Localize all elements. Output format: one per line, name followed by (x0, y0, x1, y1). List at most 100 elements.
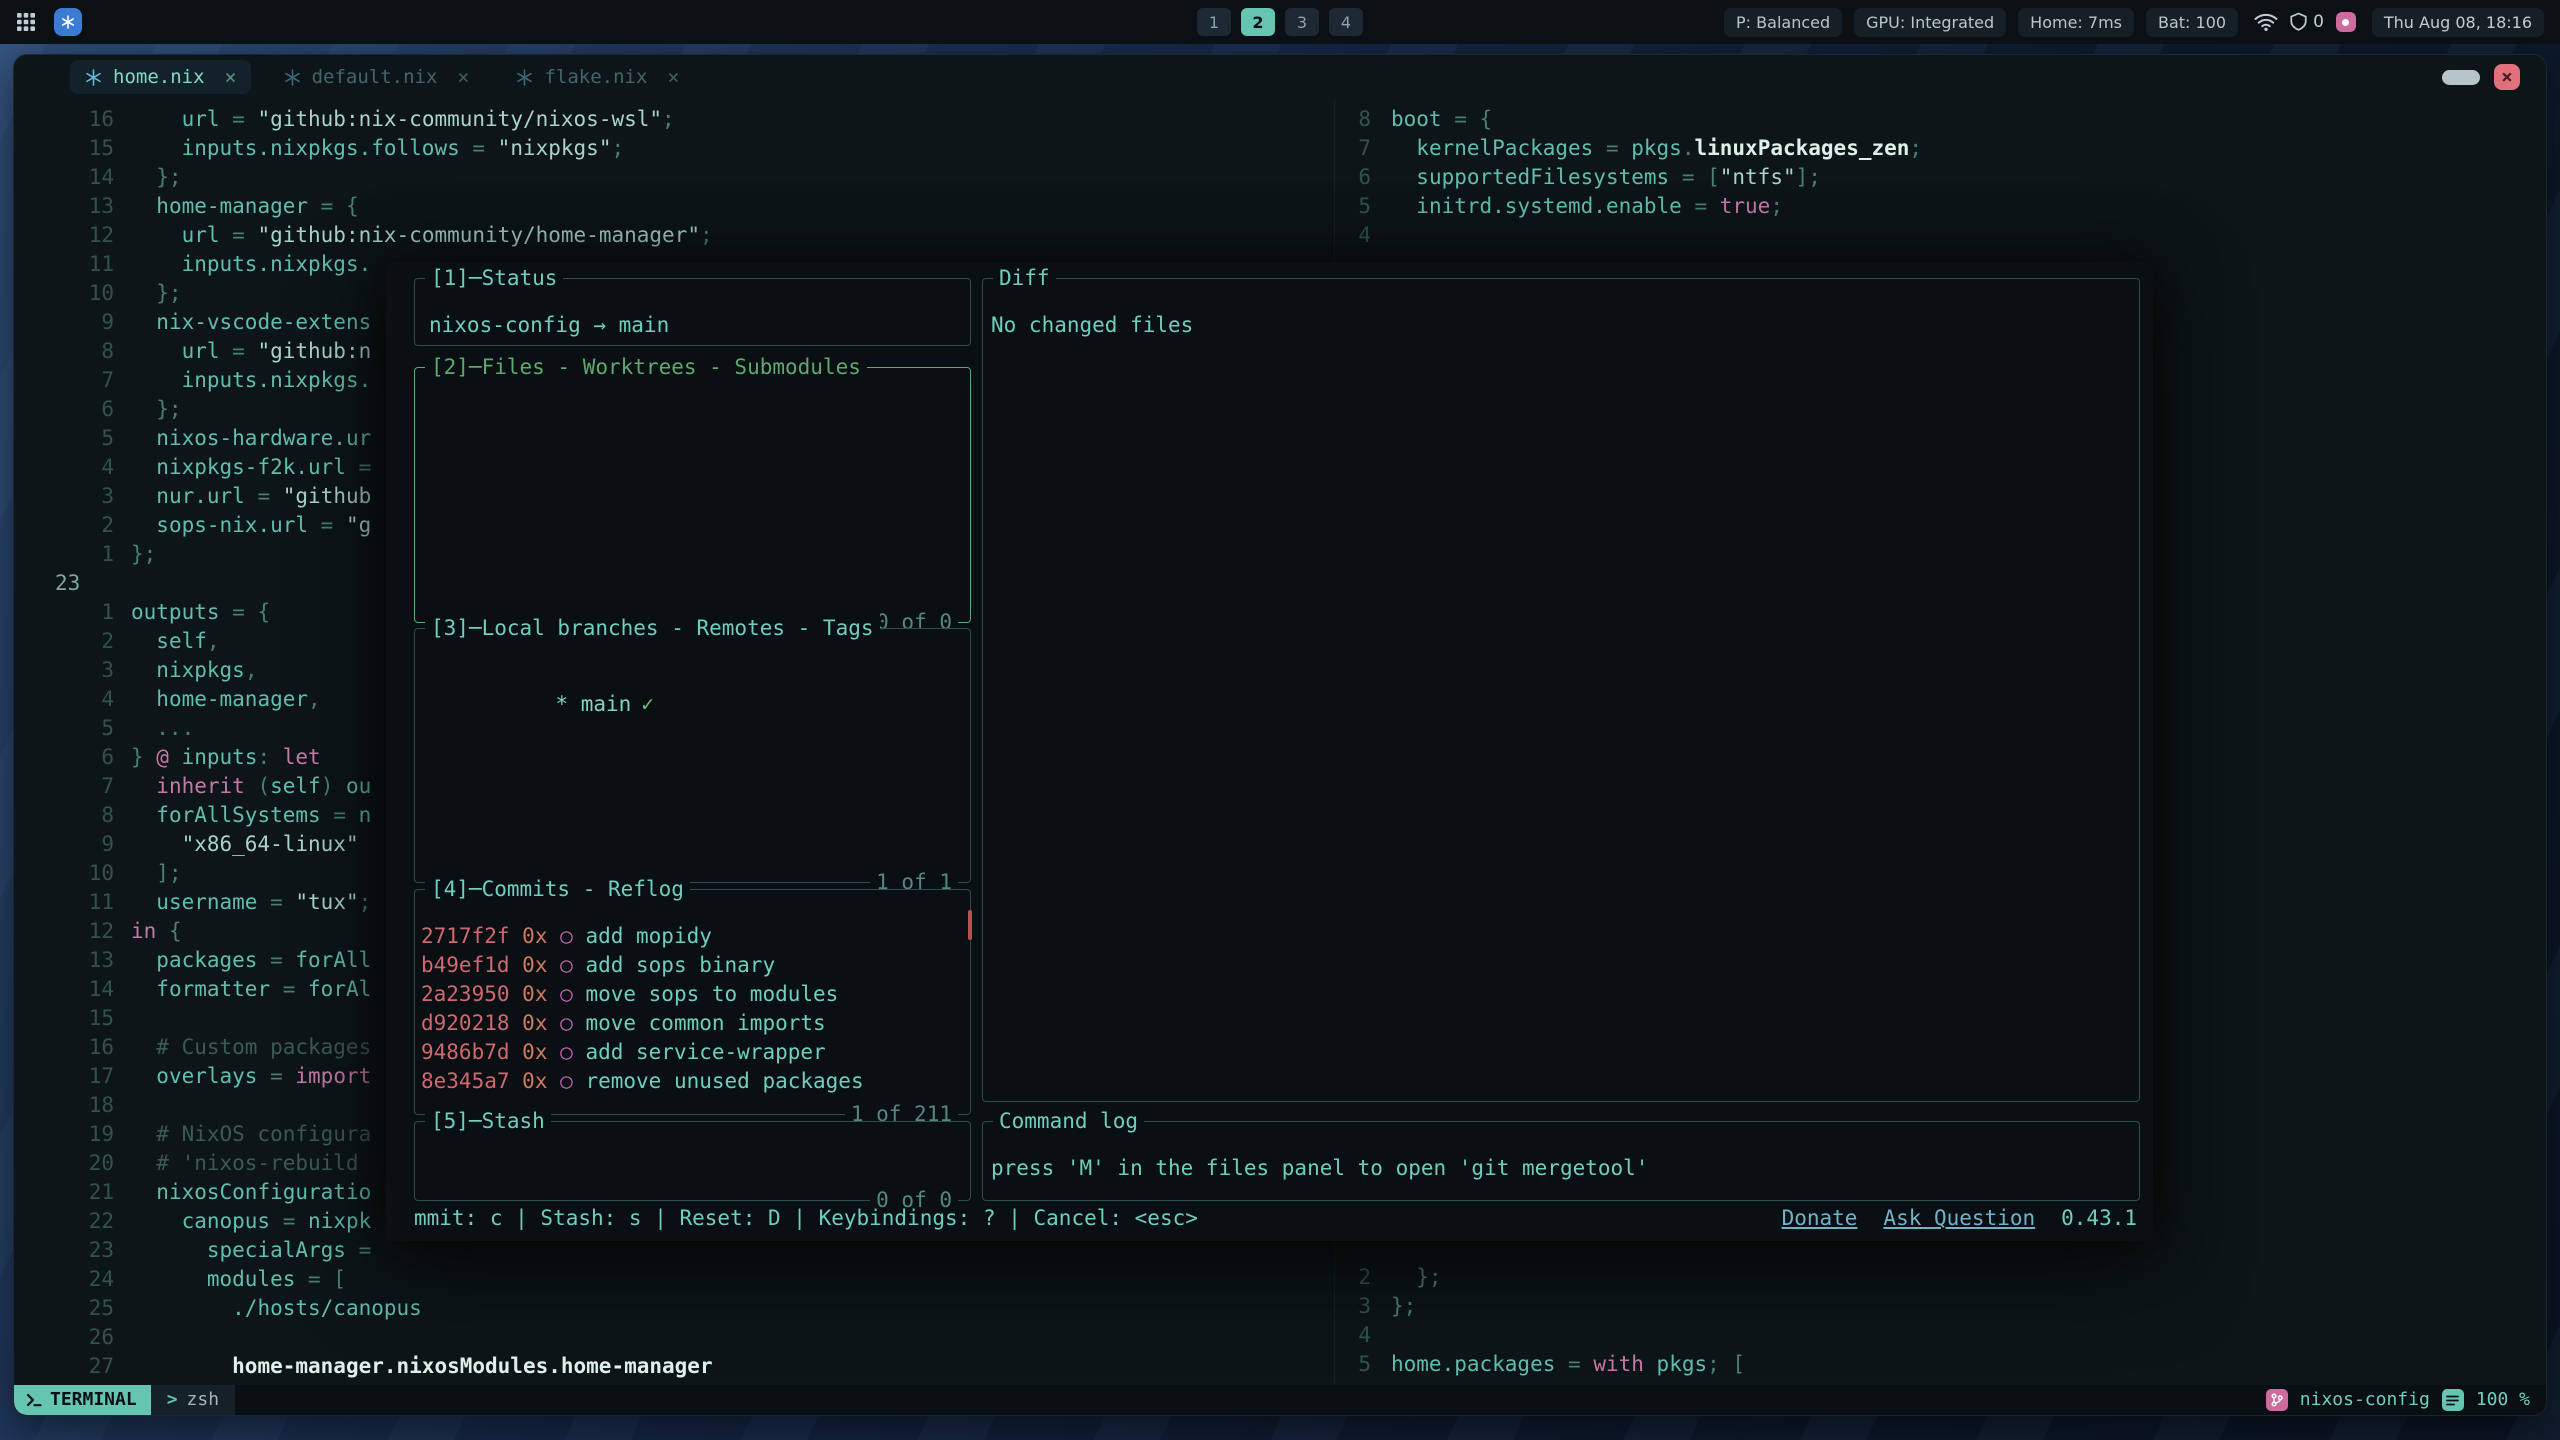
code-text: # NixOS configura (131, 1120, 371, 1149)
status-panel-title: [1]─Status (425, 264, 563, 293)
line-number: 24 (14, 1265, 114, 1294)
lazygit-branches-panel[interactable]: [3]─Local branches - Remotes - Tags * ma… (414, 628, 971, 883)
code-line[interactable]: 5 initrd.systemd.enable = true; (1335, 192, 2546, 221)
code-line[interactable]: 6 supportedFilesystems = ["ntfs"]; (1335, 163, 2546, 192)
lazygit-status-panel[interactable]: [1]─Status nixos-config → main (414, 278, 971, 346)
lazygit-command-log-panel[interactable]: Command log press 'M' in the files panel… (982, 1121, 2140, 1201)
code-text: url = "github:nix-community/nixos-wsl"; (131, 105, 675, 134)
code-text: }; (131, 163, 182, 192)
workspace-button-4[interactable]: 4 (1329, 8, 1363, 36)
workspace-button-2[interactable]: 2 (1241, 8, 1275, 36)
branches-panel-title: [3]─Local branches - Remotes - Tags (425, 614, 880, 643)
tab-label: default.nix (312, 66, 438, 88)
shield-indicator[interactable]: 0 (2290, 12, 2324, 32)
commit-row[interactable]: d920218 0x ○ move common imports (421, 1009, 970, 1038)
commit-row[interactable]: 2a23950 0x ○ move sops to modules (421, 980, 970, 1009)
repo-branch-status: nixos-config → main (429, 313, 669, 337)
code-text: url = "github:n (131, 337, 371, 366)
commit-row[interactable]: 9486b7d 0x ○ add service-wrapper (421, 1038, 970, 1067)
code-line[interactable]: 24 modules = [ (14, 1265, 1334, 1294)
commit-row[interactable]: 8e345a7 0x ○ remove unused packages (421, 1067, 970, 1096)
tab-flake.nix[interactable]: flake.nix× (501, 60, 693, 94)
donate-link[interactable]: Donate (1782, 1204, 1858, 1233)
line-number: 7 (14, 772, 114, 801)
lazygit-diff-panel[interactable]: Diff No changed files (982, 278, 2140, 1102)
line-number: 4 (1335, 221, 1371, 250)
code-line[interactable]: 3}; (1335, 1292, 2546, 1321)
topbar-module-2[interactable]: Home: 7ms (2018, 8, 2134, 37)
code-line[interactable]: 8boot = { (1335, 105, 2546, 134)
line-number: 6 (1335, 163, 1371, 192)
line-number: 4 (14, 453, 114, 482)
code-line[interactable]: 27 home-manager.nixosModules.home-manage… (14, 1352, 1334, 1381)
commit-author: 0x (522, 1011, 547, 1035)
code-line[interactable]: 13 home-manager = { (14, 192, 1334, 221)
line-number: 13 (14, 192, 114, 221)
code-line[interactable]: 12 url = "github:nix-community/home-mana… (14, 221, 1334, 250)
code-line[interactable]: 15 inputs.nixpkgs.follows = "nixpkgs"; (14, 134, 1334, 163)
tab-default.nix[interactable]: default.nix × (269, 60, 484, 94)
lazygit-stash-panel[interactable]: [5]─Stash 0 of 0 (414, 1121, 971, 1201)
code-text: inputs.nixpkgs. (131, 366, 371, 395)
clock[interactable]: Thu Aug 08, 18:16 (2372, 8, 2544, 37)
code-text: formatter = forAl (131, 975, 371, 1004)
pink-status-icon[interactable] (2336, 12, 2356, 32)
branch-row[interactable]: * main✓ (555, 692, 654, 716)
right-pane-top: 8boot = {7 kernelPackages = pkgs.linuxPa… (1335, 105, 2546, 250)
commit-row[interactable]: 2717f2f 0x ○ add mopidy (421, 922, 970, 951)
apps-grid-icon[interactable] (16, 12, 36, 32)
files-panel-title: [2]─Files - Worktrees - Submodules (425, 353, 867, 382)
code-text: canopus = nixpk (131, 1207, 371, 1236)
ask-question-link[interactable]: Ask Question (1883, 1204, 2035, 1233)
line-number: 27 (14, 1352, 114, 1381)
line-number: 1 (14, 540, 114, 569)
mode-indicator: TERMINAL (14, 1385, 151, 1415)
code-line[interactable]: 14 }; (14, 163, 1334, 192)
lazygit-files-panel[interactable]: [2]─Files - Worktrees - Submodules 0 of … (414, 367, 971, 623)
commit-row[interactable]: b49ef1d 0x ○ add sops binary (421, 951, 970, 980)
line-number: 4 (1335, 1321, 1371, 1350)
topbar-module-3[interactable]: Bat: 100 (2146, 8, 2238, 37)
code-line[interactable]: 25 ./hosts/canopus (14, 1294, 1334, 1323)
window-pill-button[interactable] (2442, 70, 2480, 85)
code-text: nixpkgs, (131, 656, 257, 685)
code-line[interactable]: 4 (1335, 221, 2546, 250)
lazygit-keybar: mmit: c | Stash: s | Reset: D | Keybindi… (414, 1204, 2137, 1233)
repo-name: nixos-config (2300, 1385, 2430, 1415)
terminal-icon (26, 1392, 42, 1408)
code-line[interactable]: 26 (14, 1323, 1334, 1352)
wifi-icon[interactable] (2254, 12, 2278, 32)
code-text: nixosConfiguratio (131, 1178, 371, 1207)
line-number: 23 (14, 1236, 114, 1265)
shell-prompt-icon: > (167, 1385, 178, 1415)
code-line[interactable]: 5home.packages = with pkgs; [ (1335, 1350, 2546, 1379)
topbar-module-1[interactable]: GPU: Integrated (1854, 8, 2006, 37)
commit-sha: d920218 (421, 1011, 510, 1035)
commit-sha: b49ef1d (421, 953, 510, 977)
tab-close-icon[interactable]: × (225, 65, 237, 89)
tab-close-icon[interactable]: × (667, 65, 679, 89)
commits-scrollbar[interactable] (968, 910, 972, 940)
code-text: nixos-hardware.ur (131, 424, 371, 453)
code-text: }; (1391, 1292, 1416, 1321)
workspace-button-3[interactable]: 3 (1285, 8, 1319, 36)
tab-home.nix[interactable]: home.nix× (70, 60, 251, 94)
code-text: home-manager, (131, 685, 321, 714)
workspace-button-1[interactable]: 1 (1197, 8, 1231, 36)
topbar-module-0[interactable]: P: Balanced (1724, 8, 1842, 37)
diff-content: No changed files (991, 313, 1193, 337)
git-branch-icon (2266, 1389, 2288, 1411)
window-close-button[interactable]: × (2494, 64, 2520, 90)
code-line[interactable]: 7 kernelPackages = pkgs.linuxPackages_ze… (1335, 134, 2546, 163)
app-icon[interactable] (54, 8, 82, 36)
lazygit-commits-panel[interactable]: [4]─Commits - Reflog 2717f2f 0x ○ add mo… (414, 889, 971, 1115)
code-line[interactable]: 2 }; (1335, 1263, 2546, 1292)
commit-message: move common imports (585, 1011, 825, 1035)
workspaces: 1234 (1197, 8, 1363, 36)
code-text: kernelPackages = pkgs.linuxPackages_zen; (1391, 134, 1922, 163)
code-line[interactable]: 16 url = "github:nix-community/nixos-wsl… (14, 105, 1334, 134)
code-line[interactable]: 4 (1335, 1321, 2546, 1350)
tab-close-icon[interactable]: × (457, 65, 469, 89)
code-text: }; (131, 279, 182, 308)
line-number: 23 (14, 569, 114, 598)
